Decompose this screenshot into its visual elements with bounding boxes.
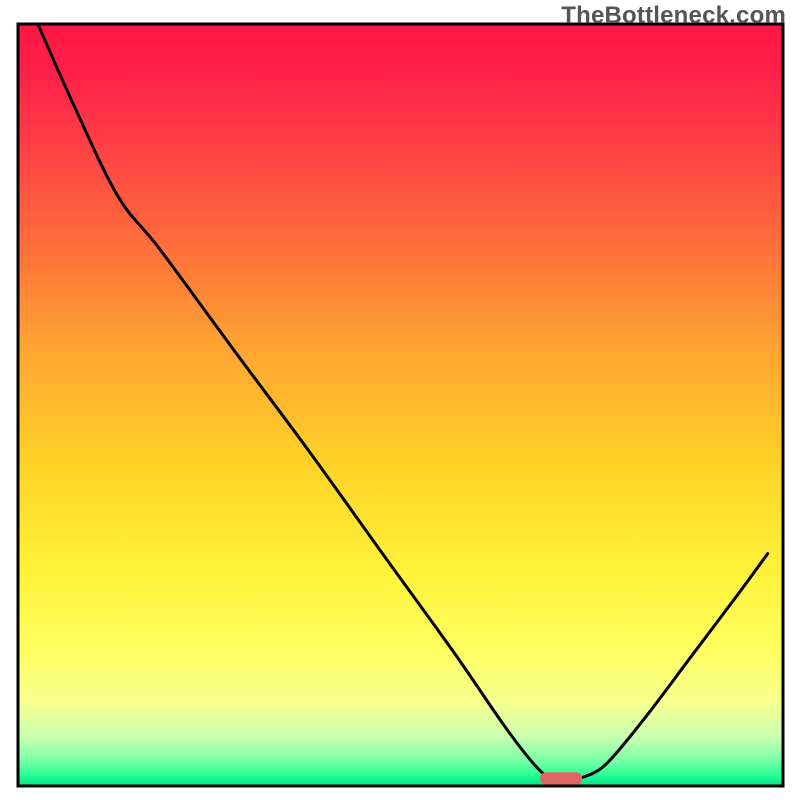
chart-container: TheBottleneck.com [0, 0, 800, 800]
optimal-marker [540, 772, 582, 784]
gradient-background [18, 24, 783, 786]
watermark-text: TheBottleneck.com [561, 2, 786, 30]
bottleneck-chart [0, 0, 800, 800]
